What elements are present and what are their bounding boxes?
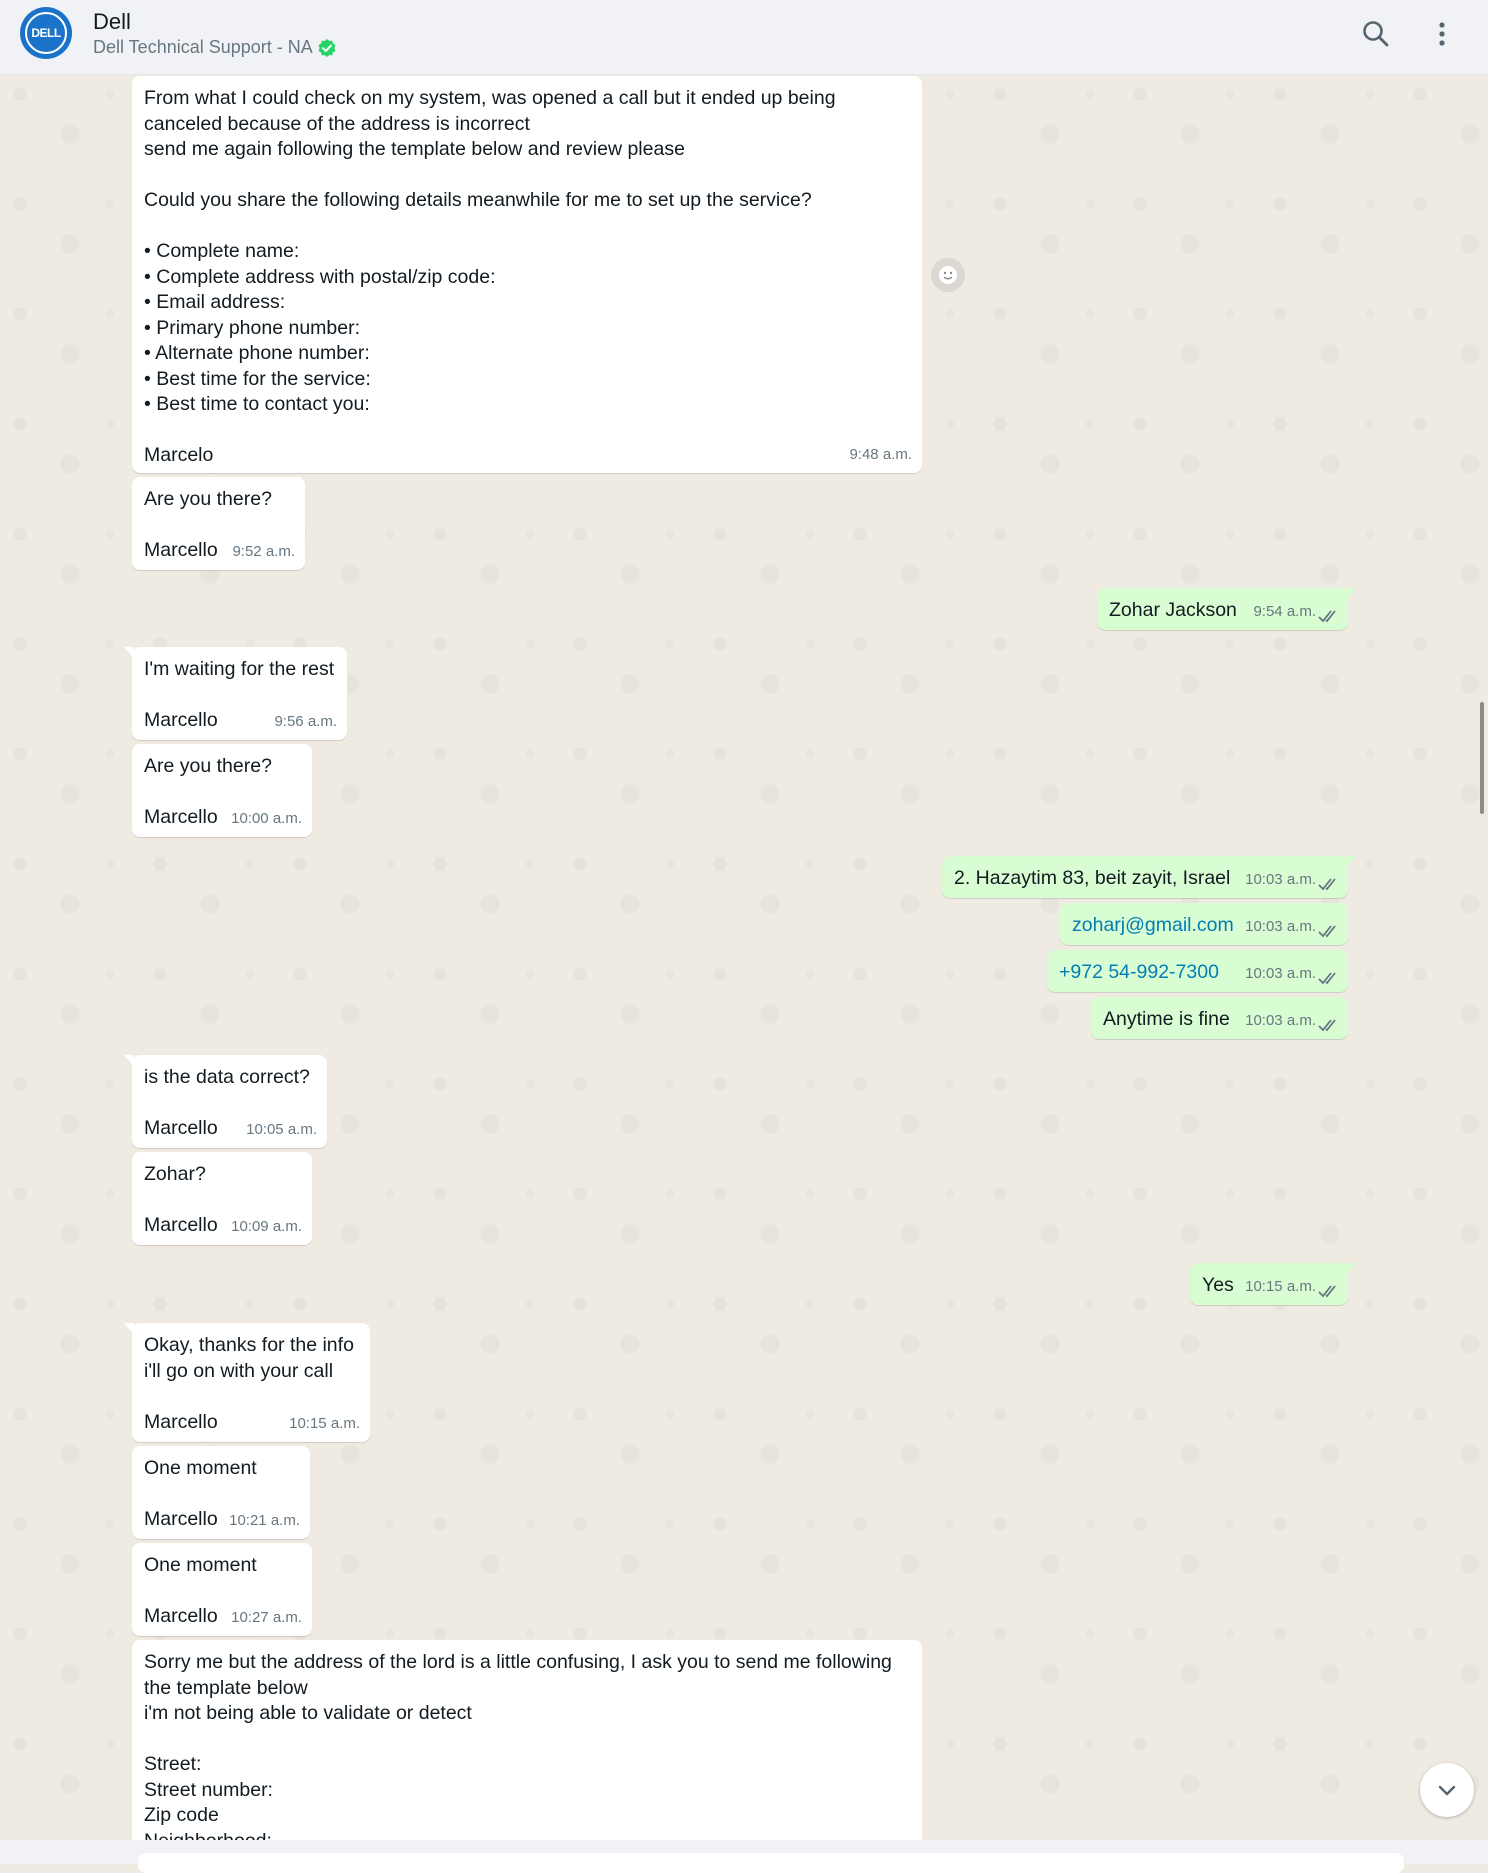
message-time: 10:15 a.m.: [1245, 1277, 1316, 1295]
bubble-tail: [1346, 856, 1356, 868]
message-time: 10:03 a.m.: [1245, 917, 1316, 935]
message-time: 10:03 a.m.: [1245, 1011, 1316, 1029]
message-incoming[interactable]: Are you there? Marcello 9:52 a.m.: [132, 477, 305, 570]
contact-subtitle: Dell Technical Support - NA: [93, 37, 337, 58]
read-receipt-icon: [1318, 972, 1336, 985]
react-emoji-button[interactable]: [931, 258, 965, 292]
read-receipt-icon: [1318, 1285, 1336, 1298]
message-incoming[interactable]: Okay, thanks for the info i'll go on wit…: [124, 1323, 370, 1442]
bubble-tail: [1346, 588, 1356, 600]
message-incoming[interactable]: is the data correct? Marcello 10:05 a.m.: [124, 1055, 327, 1148]
message-time: 9:48 a.m.: [849, 445, 912, 463]
bubble-tail: [124, 647, 134, 659]
contact-name[interactable]: Dell: [93, 9, 131, 35]
message-incoming[interactable]: One moment Marcello 10:27 a.m.: [132, 1543, 312, 1636]
message-time: 10:05 a.m.: [246, 1120, 317, 1138]
read-receipt-icon: [1318, 878, 1336, 891]
smiley-icon: [939, 266, 957, 284]
more-options-icon[interactable]: [1426, 18, 1458, 50]
bubble-tail: [1346, 1263, 1356, 1275]
verified-badge-icon: [318, 38, 336, 57]
bubble-tail: [124, 1323, 134, 1335]
message-incoming[interactable]: One moment Marcello 10:21 a.m.: [132, 1446, 310, 1539]
message-time: 10:00 a.m.: [231, 809, 302, 827]
chat-header[interactable]: DELL Dell Dell Technical Support - NA: [0, 0, 1488, 75]
message-time: 9:56 a.m.: [274, 712, 337, 730]
bubble-tail: [124, 1055, 134, 1067]
message-time: 10:09 a.m.: [231, 1217, 302, 1235]
search-icon[interactable]: [1360, 18, 1392, 50]
avatar[interactable]: DELL: [20, 7, 72, 59]
scrollbar-thumb[interactable]: [1480, 702, 1484, 814]
dell-logo: DELL: [25, 12, 67, 54]
message-text: Sorry me but the address of the lord is …: [144, 1651, 892, 1852]
message-outgoing[interactable]: +972 54-992-7300 10:03 a.m.: [1047, 950, 1348, 992]
message-time: 9:54 a.m.: [1253, 602, 1316, 620]
message-incoming[interactable]: I'm waiting for the rest Marcello 9:56 a…: [124, 647, 347, 740]
message-input[interactable]: [138, 1853, 1404, 1873]
contact-subtitle-text: Dell Technical Support - NA: [93, 37, 313, 57]
message-time: 10:03 a.m.: [1245, 870, 1316, 888]
message-outgoing[interactable]: Anytime is fine 10:03 a.m.: [1091, 997, 1348, 1039]
message-outgoing[interactable]: zoharj@gmail.com 10:03 a.m.: [1060, 903, 1348, 945]
read-receipt-icon: [1318, 925, 1336, 938]
message-time: 10:03 a.m.: [1245, 964, 1316, 982]
message-incoming[interactable]: From what I could check on my system, wa…: [132, 76, 922, 473]
message-time: 10:15 a.m.: [289, 1414, 360, 1432]
read-receipt-icon: [1318, 610, 1336, 623]
message-outgoing[interactable]: Yes 10:15 a.m.: [1190, 1263, 1356, 1305]
message-incoming[interactable]: Sorry me but the address of the lord is …: [132, 1640, 922, 1852]
message-outgoing[interactable]: 2. Hazaytim 83, beit zayit, Israel 10:03…: [942, 856, 1356, 898]
message-outgoing[interactable]: Zohar Jackson 9:54 a.m.: [1097, 588, 1356, 630]
message-incoming[interactable]: Zohar? Marcello 10:09 a.m.: [132, 1152, 312, 1245]
message-time: 9:52 a.m.: [232, 542, 295, 560]
message-time: 10:27 a.m.: [231, 1608, 302, 1626]
scroll-to-bottom-button[interactable]: [1420, 1763, 1474, 1817]
message-text: From what I could check on my system, wa…: [144, 87, 836, 466]
message-incoming[interactable]: Are you there? Marcello 10:00 a.m.: [132, 744, 312, 837]
chevron-down-icon: [1438, 1785, 1456, 1796]
message-time: 10:21 a.m.: [229, 1511, 300, 1529]
read-receipt-icon: [1318, 1019, 1336, 1032]
